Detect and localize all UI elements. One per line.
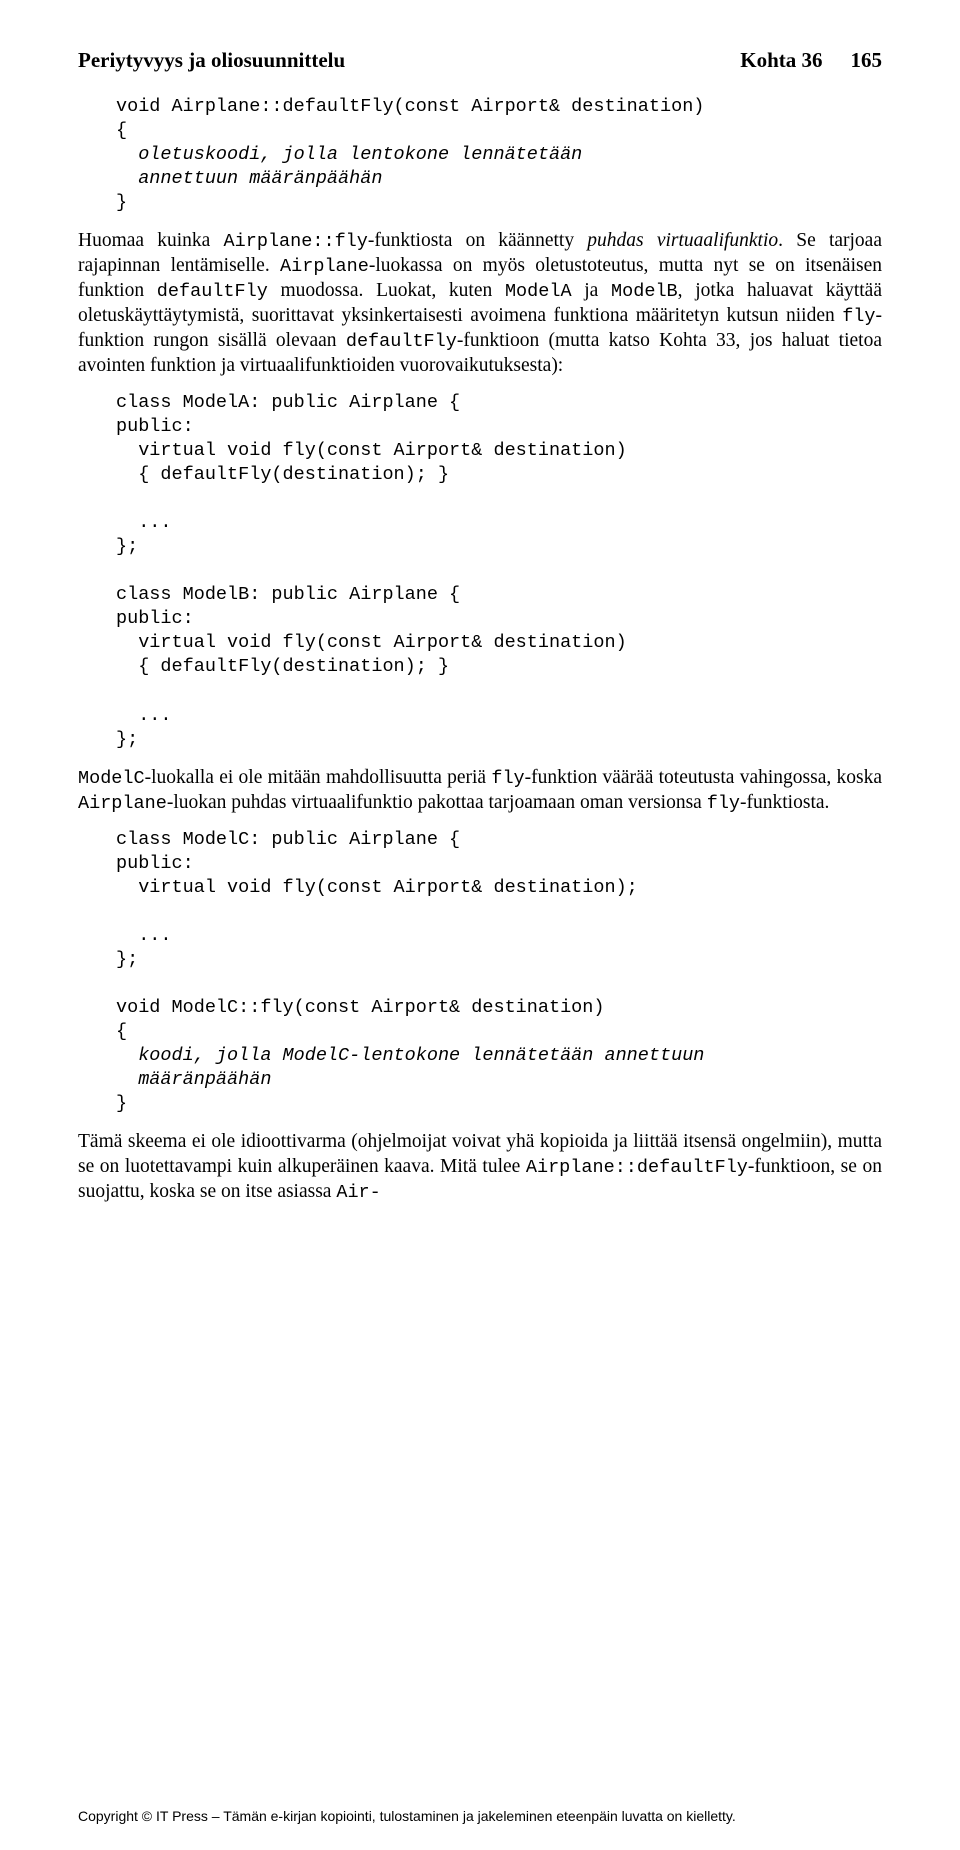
code-line: annettuun määränpäähän	[116, 168, 382, 189]
paragraph-3: Tämä skeema ei ole idioottivarma (ohjelm…	[78, 1130, 882, 1205]
text-run-mono: fly	[491, 768, 524, 789]
text-run-mono: Airplane::defaultFly	[526, 1157, 748, 1178]
code-line: public:	[116, 853, 194, 874]
code-line: virtual void fly(const Airport& destinat…	[116, 440, 627, 461]
text-run-mono: defaultFly	[157, 281, 268, 302]
code-line: class ModelA: public Airplane {	[116, 392, 460, 413]
text-run: ja	[572, 280, 611, 301]
code-line: };	[116, 949, 138, 970]
page-header: Periytyvyys ja oliosuunnittelu Kohta 36 …	[78, 48, 882, 73]
code-line: void ModelC::fly(const Airport& destinat…	[116, 997, 604, 1018]
header-kohta: Kohta 36	[740, 48, 822, 73]
header-right: Kohta 36 165	[740, 48, 882, 73]
text-run: -funktiosta.	[740, 792, 829, 813]
footer-copyright: Copyright © IT Press – Tämän e-kirjan ko…	[78, 1808, 736, 1824]
text-run-italic: puhdas virtuaalifunktio	[587, 230, 778, 251]
text-run-mono: Air-	[336, 1182, 380, 1203]
text-run-mono: Airplane	[78, 793, 167, 814]
document-page: Periytyvyys ja oliosuunnittelu Kohta 36 …	[0, 0, 960, 1257]
code-line: }	[116, 192, 127, 213]
text-run: Huomaa kuinka	[78, 230, 224, 251]
code-block-defaultfly: void Airplane::defaultFly(const Airport&…	[116, 95, 882, 215]
code-line: };	[116, 729, 138, 750]
paragraph-1: Huomaa kuinka Airplane::fly-funktiosta o…	[78, 229, 882, 379]
text-run: -luokalla ei ole mitään mahdollisuutta p…	[145, 767, 492, 788]
code-line: ...	[116, 925, 172, 946]
code-line: {	[116, 120, 127, 141]
code-line: oletuskoodi, jolla lentokone lennätetään	[116, 144, 582, 165]
code-line: public:	[116, 416, 194, 437]
header-page-number: 165	[851, 48, 883, 73]
code-line: void Airplane::defaultFly(const Airport&…	[116, 96, 704, 117]
text-run-mono: Airplane::fly	[224, 231, 368, 252]
code-line: class ModelB: public Airplane {	[116, 584, 460, 605]
text-run: -funktiosta on käännetty	[368, 230, 587, 251]
code-line: public:	[116, 608, 194, 629]
code-line: ...	[116, 512, 172, 533]
text-run-mono: ModelC	[78, 768, 145, 789]
text-run: muodossa. Luokat, kuten	[268, 280, 505, 301]
text-run-mono: Airplane	[280, 256, 369, 277]
code-block-modela: class ModelA: public Airplane { public: …	[116, 391, 882, 752]
code-line: virtual void fly(const Airport& destinat…	[116, 632, 627, 653]
text-run-mono: fly	[707, 793, 740, 814]
code-line: virtual void fly(const Airport& destinat…	[116, 877, 638, 898]
code-line: koodi, jolla ModelC-lentokone lennätetää…	[116, 1045, 704, 1066]
paragraph-2: ModelC-luokalla ei ole mitään mahdollisu…	[78, 766, 882, 816]
code-line: ...	[116, 705, 172, 726]
text-run: -funktion väärää toteutusta vahingossa, …	[525, 767, 882, 788]
code-block-modelc: class ModelC: public Airplane { public: …	[116, 828, 882, 1117]
text-run-mono: ModelA	[505, 281, 572, 302]
code-line: määränpäähän	[116, 1069, 271, 1090]
code-line: { defaultFly(destination); }	[116, 464, 449, 485]
text-run: -luokan puhdas virtuaalifunktio pakottaa…	[167, 792, 707, 813]
text-run-mono: defaultFly	[346, 331, 457, 352]
code-line: { defaultFly(destination); }	[116, 656, 449, 677]
code-line: class ModelC: public Airplane {	[116, 829, 460, 850]
text-run-mono: fly	[842, 306, 875, 327]
code-line: };	[116, 536, 138, 557]
header-left: Periytyvyys ja oliosuunnittelu	[78, 48, 345, 73]
code-line: }	[116, 1093, 127, 1114]
code-line: {	[116, 1021, 127, 1042]
text-run-mono: ModelB	[611, 281, 678, 302]
